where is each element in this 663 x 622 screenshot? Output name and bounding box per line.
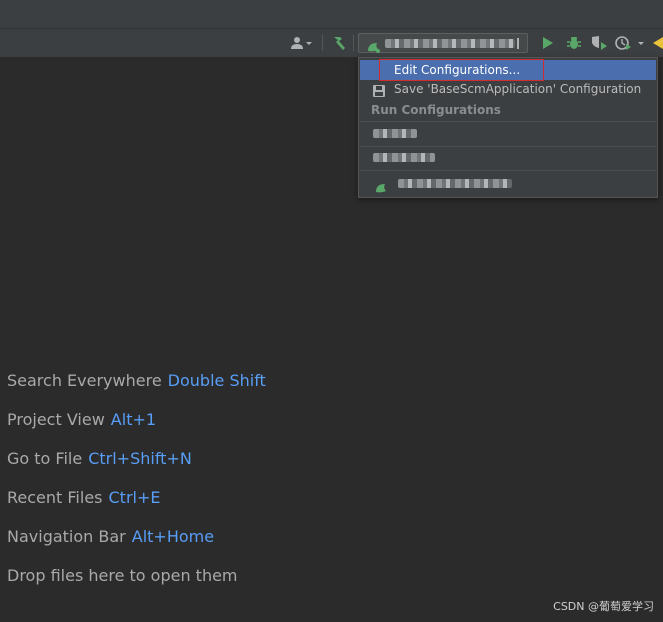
hint-recent-files: Recent Files Ctrl+E <box>7 488 161 507</box>
user-dropdown-icon[interactable] <box>289 33 313 53</box>
toolbar-separator <box>353 35 354 51</box>
coverage-icon[interactable] <box>590 33 608 53</box>
hint-drop-files: Drop files here to open them <box>7 566 238 585</box>
profile-icon[interactable] <box>614 33 648 53</box>
spring-boot-config-icon <box>375 179 387 199</box>
run-configuration-name-redacted <box>373 153 435 162</box>
title-bar <box>0 0 663 29</box>
run-icon[interactable] <box>539 33 557 53</box>
welcome-hints: Search Everywhere Double Shift Project Vi… <box>7 369 266 603</box>
run-configuration-item[interactable] <box>360 148 656 168</box>
toolbar-separator <box>322 35 323 51</box>
hint-project-view: Project View Alt+1 <box>7 410 157 429</box>
spring-boot-config-icon <box>367 38 381 57</box>
save-icon <box>373 83 385 103</box>
run-configuration-name-redacted <box>398 179 512 188</box>
build-hammer-icon[interactable] <box>330 33 348 53</box>
save-configuration-item[interactable]: Save 'BaseScmApplication' Configuration <box>360 79 656 99</box>
run-configuration-item[interactable] <box>360 174 656 194</box>
watermark: CSDN @葡萄爱学习 <box>553 600 654 613</box>
menu-divider <box>360 146 656 147</box>
run-configuration-name-redacted <box>373 129 417 138</box>
menu-divider <box>360 170 656 171</box>
hint-navigation-bar: Navigation Bar Alt+Home <box>7 527 215 546</box>
combo-arrow <box>517 38 519 49</box>
hint-go-to-file: Go to File Ctrl+Shift+N <box>7 449 192 468</box>
run-configurations-header: Run Configurations <box>371 103 501 117</box>
menu-divider <box>360 121 656 122</box>
debug-icon[interactable] <box>565 33 583 53</box>
vcs-update-icon[interactable] <box>652 33 663 53</box>
run-configuration-dropdown: Edit Configurations... Save 'BaseScmAppl… <box>358 57 658 198</box>
red-highlight-box <box>379 59 544 81</box>
run-configuration-item[interactable] <box>360 124 656 144</box>
edit-configurations-item[interactable]: Edit Configurations... <box>360 59 656 81</box>
hint-search-everywhere: Search Everywhere Double Shift <box>7 371 266 390</box>
main-toolbar <box>0 29 663 58</box>
run-configuration-name-redacted <box>385 39 515 48</box>
run-configuration-combo[interactable] <box>358 33 528 53</box>
